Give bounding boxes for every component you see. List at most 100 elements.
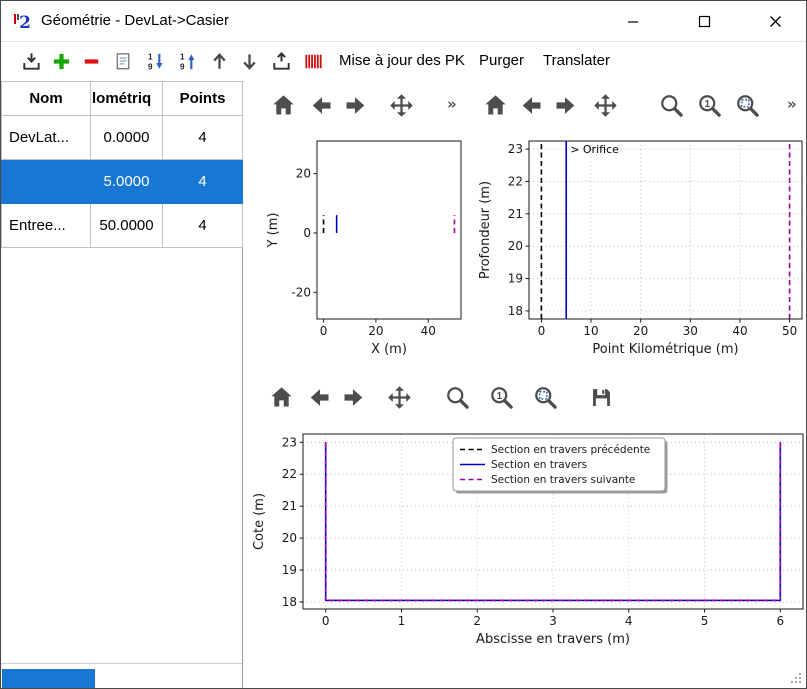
profile-back-button[interactable] — [513, 87, 549, 123]
move-up-button[interactable] — [205, 46, 233, 76]
svg-text:5: 5 — [701, 614, 709, 628]
section-save-button[interactable] — [583, 379, 619, 415]
svg-text:0: 0 — [303, 226, 311, 240]
plan-view-plot[interactable]: 02040-20020X (m)Y (m) — [251, 129, 466, 369]
profile-toolbar-overflow-button[interactable]: » — [787, 95, 797, 113]
plan-pan-button[interactable] — [383, 87, 419, 123]
svg-text:0: 0 — [538, 324, 546, 338]
magnifier-region-icon — [532, 384, 559, 411]
export-icon — [270, 50, 293, 73]
magnifier-region-icon — [734, 92, 761, 119]
svg-text:Y (m): Y (m) — [266, 213, 281, 249]
import-button[interactable] — [17, 46, 45, 76]
profile-pan-button[interactable] — [587, 87, 623, 123]
red-stripes-icon — [302, 50, 325, 73]
svg-text:2: 2 — [19, 13, 31, 32]
maximize-icon — [698, 15, 711, 28]
translate-button[interactable]: Translater — [535, 42, 618, 80]
section-pan-button[interactable] — [381, 379, 417, 415]
svg-text:1: 1 — [147, 52, 152, 61]
back-arrow-icon — [308, 92, 335, 119]
delete-button[interactable] — [77, 46, 105, 76]
pk-marks-button[interactable] — [299, 46, 327, 76]
profile-view-plot[interactable]: 01020304050181920212223Point Kilométriqu… — [471, 129, 807, 369]
svg-text:20: 20 — [296, 167, 311, 181]
import-icon — [20, 50, 43, 73]
close-icon — [769, 15, 782, 28]
home-icon — [268, 384, 295, 411]
minus-icon — [80, 50, 103, 73]
minimize-icon — [627, 15, 639, 27]
table-row-selected[interactable]: 5.0000 4 — [2, 160, 243, 204]
export-button[interactable] — [267, 46, 295, 76]
magnifier-one-icon: 1 — [488, 384, 515, 411]
plan-toolbar-overflow-button[interactable]: » — [447, 95, 457, 113]
section-home-button[interactable] — [263, 379, 299, 415]
app-logo-icon: 2 — [11, 10, 33, 32]
svg-text:30: 30 — [683, 324, 698, 338]
svg-text:1: 1 — [496, 391, 502, 402]
add-button[interactable] — [47, 46, 75, 76]
section-forward-button[interactable] — [335, 379, 371, 415]
table-bottom-separator — [1, 663, 242, 664]
svg-text:Section en travers: Section en travers — [491, 459, 587, 471]
cell-pk[interactable]: 0.0000 — [91, 116, 163, 160]
cell-points[interactable]: 4 — [163, 116, 243, 160]
document-icon — [112, 50, 135, 73]
profile-zoom-region-button[interactable] — [729, 87, 765, 123]
section-zoom-button[interactable] — [439, 379, 475, 415]
plan-forward-button[interactable] — [337, 87, 373, 123]
sort-ascending-button[interactable]: 1 9 — [173, 46, 201, 76]
svg-text:Point Kilométrique (m): Point Kilométrique (m) — [592, 342, 738, 357]
back-arrow-icon — [518, 92, 545, 119]
minimize-button[interactable] — [610, 1, 656, 41]
update-pk-button[interactable]: Mise à jour des PK — [331, 42, 473, 80]
profile-home-button[interactable] — [477, 87, 513, 123]
svg-text:Profondeur (m): Profondeur (m) — [478, 181, 493, 279]
svg-text:10: 10 — [583, 324, 598, 338]
resize-grip[interactable] — [789, 671, 802, 684]
profile-zoom-button[interactable] — [653, 87, 689, 123]
profile-forward-button[interactable] — [547, 87, 583, 123]
table-row[interactable]: Entree... 50.0000 4 — [2, 204, 243, 248]
maximize-button[interactable] — [681, 1, 727, 41]
move-down-button[interactable] — [235, 46, 263, 76]
table-row[interactable]: DevLat... 0.0000 4 — [2, 116, 243, 160]
svg-text:0: 0 — [322, 614, 330, 628]
plots-area: » 1 — [244, 81, 807, 689]
section-zoom-one-button[interactable]: 1 — [483, 379, 519, 415]
cell-nom[interactable]: Entree... — [2, 204, 91, 248]
cell-points[interactable]: 4 — [163, 160, 243, 204]
magnifier-icon — [444, 384, 471, 411]
cell-points[interactable]: 4 — [163, 204, 243, 248]
pan-icon — [388, 92, 415, 119]
plan-home-button[interactable] — [265, 87, 301, 123]
column-header-points[interactable]: Points — [163, 82, 243, 116]
column-header-nom[interactable]: Nom — [2, 82, 91, 116]
application-window: 2 Géométrie - DevLat->Casier — [0, 0, 807, 689]
svg-text:40: 40 — [732, 324, 747, 338]
column-header-kilometrique[interactable]: lométriq — [91, 82, 163, 116]
cell-pk[interactable]: 5.0000 — [91, 160, 163, 204]
sort-ascending-icon: 1 9 — [176, 50, 199, 73]
sort-descending-button[interactable]: 1 9 — [141, 46, 169, 76]
copy-button[interactable] — [109, 46, 137, 76]
cell-nom[interactable]: DevLat... — [2, 116, 91, 160]
svg-text:2: 2 — [473, 614, 481, 628]
svg-text:3: 3 — [549, 614, 557, 628]
svg-text:18: 18 — [508, 304, 523, 318]
svg-text:Section en travers suivante: Section en travers suivante — [491, 474, 635, 486]
plan-back-button[interactable] — [303, 87, 339, 123]
section-back-button[interactable] — [301, 379, 337, 415]
close-button[interactable] — [752, 1, 798, 41]
svg-text:1: 1 — [179, 52, 184, 61]
cross-section-plot[interactable]: 0123456181920212223Abscisse en travers (… — [247, 426, 807, 664]
section-zoom-region-button[interactable] — [527, 379, 563, 415]
save-floppy-icon — [588, 384, 615, 411]
cell-nom[interactable] — [2, 160, 91, 204]
home-icon — [482, 92, 509, 119]
purge-button[interactable]: Purger — [471, 42, 532, 80]
cell-pk[interactable]: 50.0000 — [91, 204, 163, 248]
profile-zoom-one-button[interactable]: 1 — [691, 87, 727, 123]
plus-icon — [50, 50, 73, 73]
